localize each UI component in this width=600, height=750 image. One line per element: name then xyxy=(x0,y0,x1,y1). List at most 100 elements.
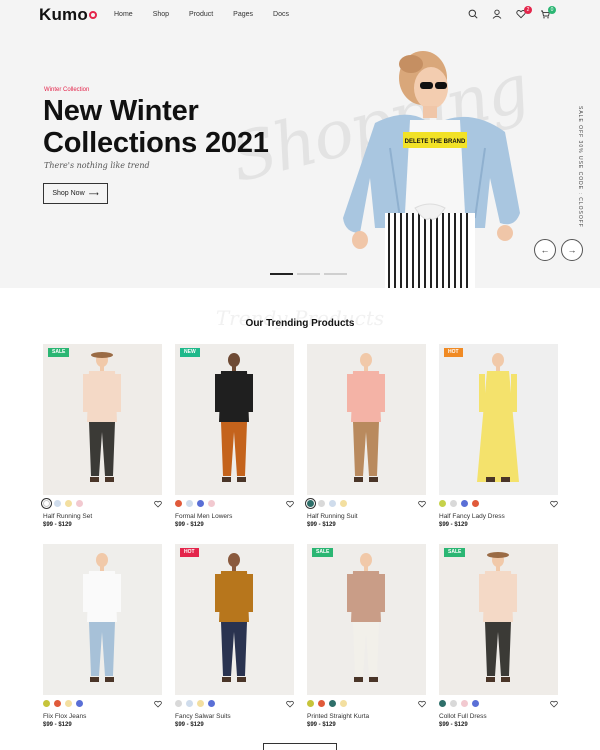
product-name[interactable]: Collot Full Dress xyxy=(439,713,487,720)
color-swatch[interactable] xyxy=(76,700,83,707)
color-swatch[interactable] xyxy=(76,500,83,507)
wishlist-heart-icon[interactable] xyxy=(550,700,558,708)
logo[interactable]: Kumo xyxy=(39,5,97,25)
color-swatch[interactable] xyxy=(318,700,325,707)
product-card-2[interactable]: NEW Formal Men Lowers $99 - $129 xyxy=(175,344,294,544)
color-swatch[interactable] xyxy=(305,498,316,509)
product-name[interactable]: Half Fancy Lady Dress xyxy=(439,513,505,520)
hero-subtitle: Winter Collection xyxy=(44,87,90,93)
hero-title-line-1: New Winter xyxy=(43,95,199,127)
wishlist-heart-icon[interactable] xyxy=(418,500,426,508)
slider-prev-button[interactable]: ← xyxy=(534,239,556,261)
product-model-image xyxy=(215,353,253,482)
wishlist-heart-icon[interactable] xyxy=(418,700,426,708)
color-swatch[interactable] xyxy=(208,500,215,507)
nav-label: Home xyxy=(114,11,133,18)
color-swatch[interactable] xyxy=(450,500,457,507)
product-model-image xyxy=(83,352,121,482)
nav-item-docs[interactable]: Docs xyxy=(273,11,289,18)
color-swatch[interactable] xyxy=(461,700,468,707)
nav-item-shop[interactable]: Shop xyxy=(153,11,169,18)
search-icon[interactable] xyxy=(468,9,478,19)
product-name[interactable]: Printed Straight Kurta xyxy=(307,713,369,720)
header-actions: 2 0 xyxy=(468,6,556,19)
product-tag-badge: SALE xyxy=(444,548,466,557)
product-name[interactable]: Half Running Suit xyxy=(307,513,358,520)
color-swatch[interactable] xyxy=(439,700,446,707)
product-card-3[interactable]: Half Running Suit $99 - $129 xyxy=(305,344,426,544)
color-swatch[interactable] xyxy=(472,500,479,507)
color-swatch[interactable] xyxy=(329,500,336,507)
color-swatch[interactable] xyxy=(450,700,457,707)
color-swatch[interactable] xyxy=(329,700,336,707)
wishlist-heart-icon[interactable] xyxy=(550,500,558,508)
slider-dot-3[interactable] xyxy=(324,273,347,275)
user-icon[interactable] xyxy=(492,9,502,19)
slider-next-button[interactable]: → xyxy=(561,239,583,261)
product-image[interactable] xyxy=(307,344,426,495)
color-swatch[interactable] xyxy=(318,500,325,507)
product-name[interactable]: Flix Flox Jeans xyxy=(43,713,86,720)
color-swatch[interactable] xyxy=(65,500,72,507)
product-name[interactable]: Formal Men Lowers xyxy=(175,513,232,520)
product-card-1[interactable]: SALE Half Running Set $99 - $129 xyxy=(41,344,162,544)
color-swatch[interactable] xyxy=(307,700,314,707)
product-card-5[interactable]: Flix Flox Jeans $99 - $129 xyxy=(43,544,162,744)
color-swatches xyxy=(439,500,479,507)
product-card-7[interactable]: SALE Printed Straight Kurta $99 - $129 xyxy=(307,544,426,744)
slider-dot-1[interactable] xyxy=(270,273,293,275)
section-title: Our Trending Products xyxy=(245,318,355,329)
color-swatch[interactable] xyxy=(186,700,193,707)
product-image[interactable]: SALE xyxy=(43,344,162,495)
color-swatch[interactable] xyxy=(197,500,204,507)
color-swatches xyxy=(175,500,215,507)
nav-item-product[interactable]: Product xyxy=(189,11,213,18)
product-image[interactable]: NEW xyxy=(175,344,294,495)
cart-count-badge: 0 xyxy=(548,6,556,14)
hero-banner: Shopping Winter Collection New Winter Co… xyxy=(0,0,600,288)
color-swatches xyxy=(41,498,83,509)
site-header: Kumo Home Shop Product Pages Docs 2 0 xyxy=(0,0,600,30)
product-image[interactable]: HOT xyxy=(175,544,294,695)
color-swatch[interactable] xyxy=(175,500,182,507)
product-card-4[interactable]: HOT Half Fancy Lady Dress $99 - $129 xyxy=(439,344,558,544)
color-swatch[interactable] xyxy=(175,700,182,707)
slider-dot-2[interactable] xyxy=(297,273,320,275)
product-name[interactable]: Half Running Set xyxy=(43,513,92,520)
color-swatch[interactable] xyxy=(43,700,50,707)
product-image[interactable]: HOT xyxy=(439,344,558,495)
wishlist-heart-icon[interactable] xyxy=(286,500,294,508)
color-swatch[interactable] xyxy=(41,498,52,509)
wishlist-heart-icon[interactable]: 2 xyxy=(516,6,532,19)
nav-item-home[interactable]: Home xyxy=(114,11,133,18)
wishlist-heart-icon[interactable] xyxy=(286,700,294,708)
color-swatch[interactable] xyxy=(472,700,479,707)
product-image[interactable]: SALE xyxy=(307,544,426,695)
product-name[interactable]: Fancy Salwar Suits xyxy=(175,713,231,720)
color-swatch[interactable] xyxy=(186,500,193,507)
load-more-button[interactable] xyxy=(263,743,337,750)
product-tag-badge: HOT xyxy=(180,548,199,557)
wishlist-heart-icon[interactable] xyxy=(154,700,162,708)
cart-icon[interactable]: 0 xyxy=(540,6,556,19)
nav-label: Shop xyxy=(152,11,170,18)
shop-now-button[interactable]: Shop Now ⟶ xyxy=(43,183,108,204)
product-card-6[interactable]: HOT Fancy Salwar Suits $99 - $129 xyxy=(175,544,294,744)
color-swatch[interactable] xyxy=(340,500,347,507)
color-swatch[interactable] xyxy=(65,700,72,707)
color-swatch[interactable] xyxy=(54,700,61,707)
color-swatch[interactable] xyxy=(197,700,204,707)
color-swatch[interactable] xyxy=(461,500,468,507)
color-swatch[interactable] xyxy=(54,500,61,507)
color-swatch[interactable] xyxy=(340,700,347,707)
color-swatch[interactable] xyxy=(439,500,446,507)
hero-tagline: There's nothing like trend xyxy=(44,161,150,170)
color-swatch[interactable] xyxy=(208,700,215,707)
product-tag-badge: NEW xyxy=(180,348,200,357)
nav-item-pages[interactable]: Pages xyxy=(233,11,253,18)
product-model-image xyxy=(477,353,519,482)
wishlist-heart-icon[interactable] xyxy=(154,500,162,508)
product-image[interactable]: SALE xyxy=(439,544,558,695)
product-card-8[interactable]: SALE Collot Full Dress $99 - $129 xyxy=(439,544,558,744)
product-image[interactable] xyxy=(43,544,162,695)
